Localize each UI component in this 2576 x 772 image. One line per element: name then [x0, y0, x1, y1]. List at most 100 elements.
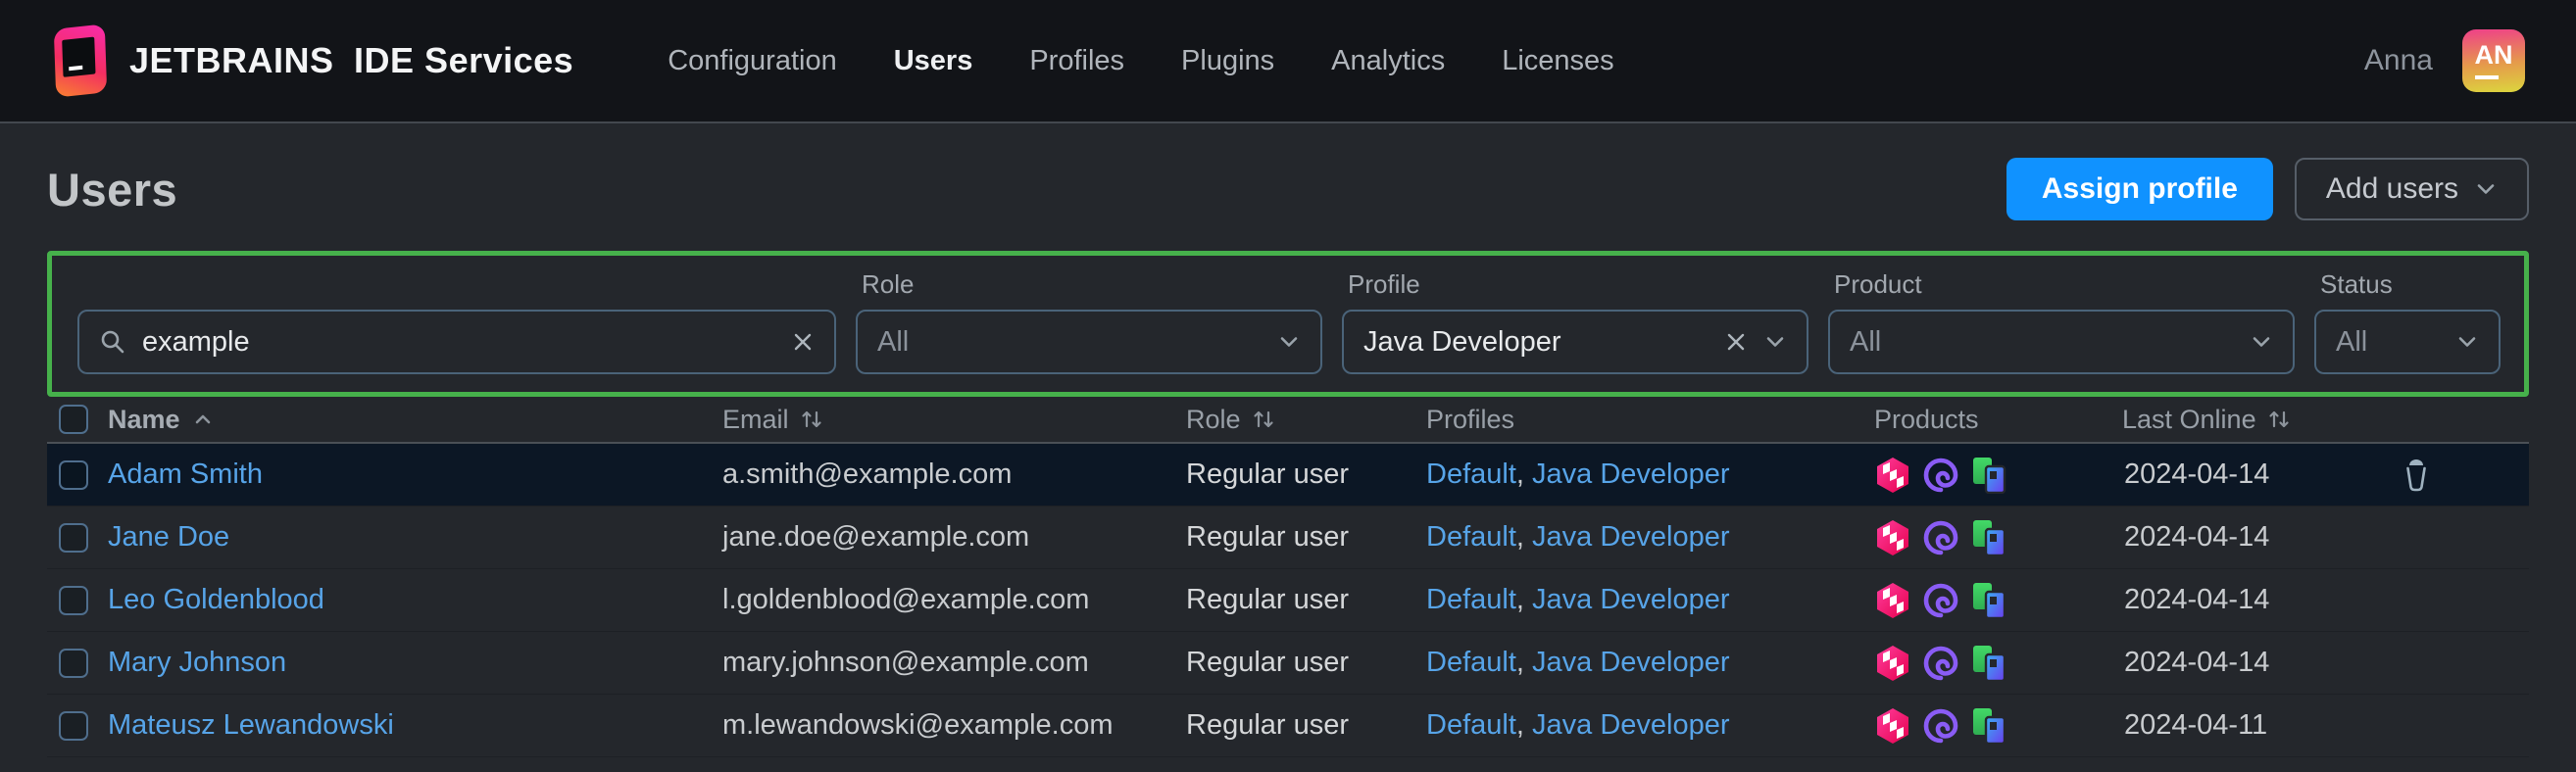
profile-filter-value: Java Developer [1363, 325, 1561, 358]
add-users-button-label: Add users [2325, 172, 2458, 205]
profile-link-java-developer[interactable]: Java Developer [1532, 521, 1730, 554]
pycharm-icon [1970, 707, 2007, 745]
jetbrains-logo-icon[interactable] [53, 24, 108, 98]
role-filter-select[interactable]: All [856, 310, 1322, 374]
sort-icon [1253, 408, 1274, 431]
phpstorm-icon [1922, 582, 1959, 619]
user-role: Regular user [1186, 458, 1350, 490]
app-title-product: IDE Services [354, 40, 574, 80]
chevron-down-icon [2250, 330, 2273, 354]
profile-link-default[interactable]: Default [1426, 584, 1516, 616]
nav-item-configuration[interactable]: Configuration [668, 45, 837, 77]
select-all-checkbox[interactable] [59, 405, 88, 434]
user-name-link[interactable]: Jane Doe [108, 521, 229, 554]
nav-item-licenses[interactable]: Licenses [1502, 45, 1613, 77]
chevron-down-icon [1277, 330, 1301, 354]
user-email: jane.doe@example.com [722, 521, 1030, 553]
row-checkbox[interactable] [59, 585, 88, 615]
row-checkbox[interactable] [59, 710, 88, 741]
delete-user-button[interactable] [2398, 457, 2435, 494]
profile-link-default[interactable]: Default [1426, 647, 1516, 679]
user-role: Regular user [1186, 647, 1350, 678]
column-header-name[interactable]: Name [108, 405, 722, 435]
profile-link-default[interactable]: Default [1426, 709, 1516, 742]
profile-filter-clear-icon[interactable] [1724, 330, 1748, 354]
app-title-brand: JETBRAINS [129, 40, 334, 80]
intellij-idea-icon [1874, 707, 1911, 745]
nav-item-analytics[interactable]: Analytics [1331, 45, 1445, 77]
product-filter-select[interactable]: All [1828, 310, 2295, 374]
chevron-down-icon [2455, 330, 2479, 354]
last-online-date: 2024-04-14 [2124, 584, 2270, 615]
product-filter-value: All [1850, 325, 1882, 358]
profile-link-java-developer[interactable]: Java Developer [1532, 709, 1730, 742]
user-role: Regular user [1186, 709, 1350, 741]
user-name-link[interactable]: Adam Smith [108, 458, 263, 491]
intellij-idea-icon [1874, 519, 1911, 556]
column-header-profiles: Profiles [1426, 404, 1515, 434]
account-area: Anna AN [2364, 29, 2525, 92]
search-field[interactable]: example [77, 310, 836, 374]
jetbrains-logo-inner-square [62, 36, 96, 77]
page-header: Users Assign profile Add users [47, 157, 2529, 221]
column-header-email[interactable]: Email [722, 405, 1186, 435]
table-row[interactable]: Adam Smith a.smith@example.com Regular u… [47, 444, 2529, 507]
table-row[interactable]: Mary Johnson mary.johnson@example.com Re… [47, 632, 2529, 695]
user-email: m.lewandowski@example.com [722, 709, 1114, 741]
app-window: JETBRAINS IDE Services Configuration Use… [0, 0, 2576, 772]
page-title: Users [47, 163, 178, 216]
nav-item-plugins[interactable]: Plugins [1181, 45, 1274, 77]
pycharm-icon [1970, 457, 2007, 494]
nav-item-users[interactable]: Users [894, 45, 973, 77]
pycharm-icon [1970, 582, 2007, 619]
last-online-date: 2024-04-14 [2124, 647, 2270, 678]
table-row[interactable]: Leo Goldenblood l.goldenblood@example.co… [47, 569, 2529, 632]
row-checkbox[interactable] [59, 459, 88, 490]
search-input-value[interactable]: example [142, 326, 250, 359]
product-filter-label: Product [1834, 269, 1922, 299]
top-navigation-bar: JETBRAINS IDE Services Configuration Use… [0, 0, 2576, 123]
assign-profile-button[interactable]: Assign profile [2006, 158, 2273, 220]
search-clear-icon[interactable] [791, 330, 815, 354]
users-table: Name Email Role Profiles Products Last O… [47, 397, 2529, 757]
pycharm-icon [1970, 645, 2007, 682]
profile-link-default[interactable]: Default [1426, 521, 1516, 554]
avatar[interactable]: AN [2462, 29, 2525, 92]
intellij-idea-icon [1874, 582, 1911, 619]
status-filter-select[interactable]: All [2314, 310, 2501, 374]
phpstorm-icon [1922, 457, 1959, 494]
intellij-idea-icon [1874, 645, 1911, 682]
row-checkbox[interactable] [59, 522, 88, 553]
filters-panel: example Role All Profile Java Developer [47, 251, 2529, 397]
column-header-last-online[interactable]: Last Online [2122, 405, 2382, 435]
phpstorm-icon [1922, 707, 1959, 745]
user-name-link[interactable]: Mateusz Lewandowski [108, 709, 394, 742]
column-header-products: Products [1874, 404, 1979, 434]
avatar-underscore [2475, 75, 2499, 79]
user-name-link[interactable]: Leo Goldenblood [108, 584, 324, 616]
profile-filter-select[interactable]: Java Developer [1342, 310, 1808, 374]
profile-link-java-developer[interactable]: Java Developer [1532, 584, 1730, 616]
profiles-separator: , [1515, 521, 1533, 553]
row-checkbox[interactable] [59, 648, 88, 678]
phpstorm-icon [1922, 645, 1959, 682]
profiles-separator: , [1515, 458, 1533, 490]
user-name-link[interactable]: Mary Johnson [108, 647, 286, 679]
user-email: l.goldenblood@example.com [722, 584, 1090, 615]
column-header-role[interactable]: Role [1186, 405, 1426, 435]
profile-link-java-developer[interactable]: Java Developer [1532, 647, 1730, 679]
add-users-button[interactable]: Add users [2294, 158, 2529, 220]
table-row[interactable]: Mateusz Lewandowski m.lewandowski@exampl… [47, 695, 2529, 757]
role-filter-value: All [877, 325, 910, 358]
profile-link-java-developer[interactable]: Java Developer [1532, 458, 1730, 491]
profiles-separator: , [1515, 709, 1533, 741]
table-row[interactable]: Jane Doe jane.doe@example.com Regular us… [47, 507, 2529, 569]
last-online-date: 2024-04-14 [2124, 521, 2270, 553]
last-online-date: 2024-04-14 [2124, 458, 2270, 490]
nav-item-profiles[interactable]: Profiles [1029, 45, 1124, 77]
phpstorm-icon [1922, 519, 1959, 556]
sort-icon [2268, 408, 2290, 431]
role-filter-label: Role [862, 269, 915, 299]
profile-link-default[interactable]: Default [1426, 458, 1516, 491]
sort-icon [801, 408, 822, 431]
